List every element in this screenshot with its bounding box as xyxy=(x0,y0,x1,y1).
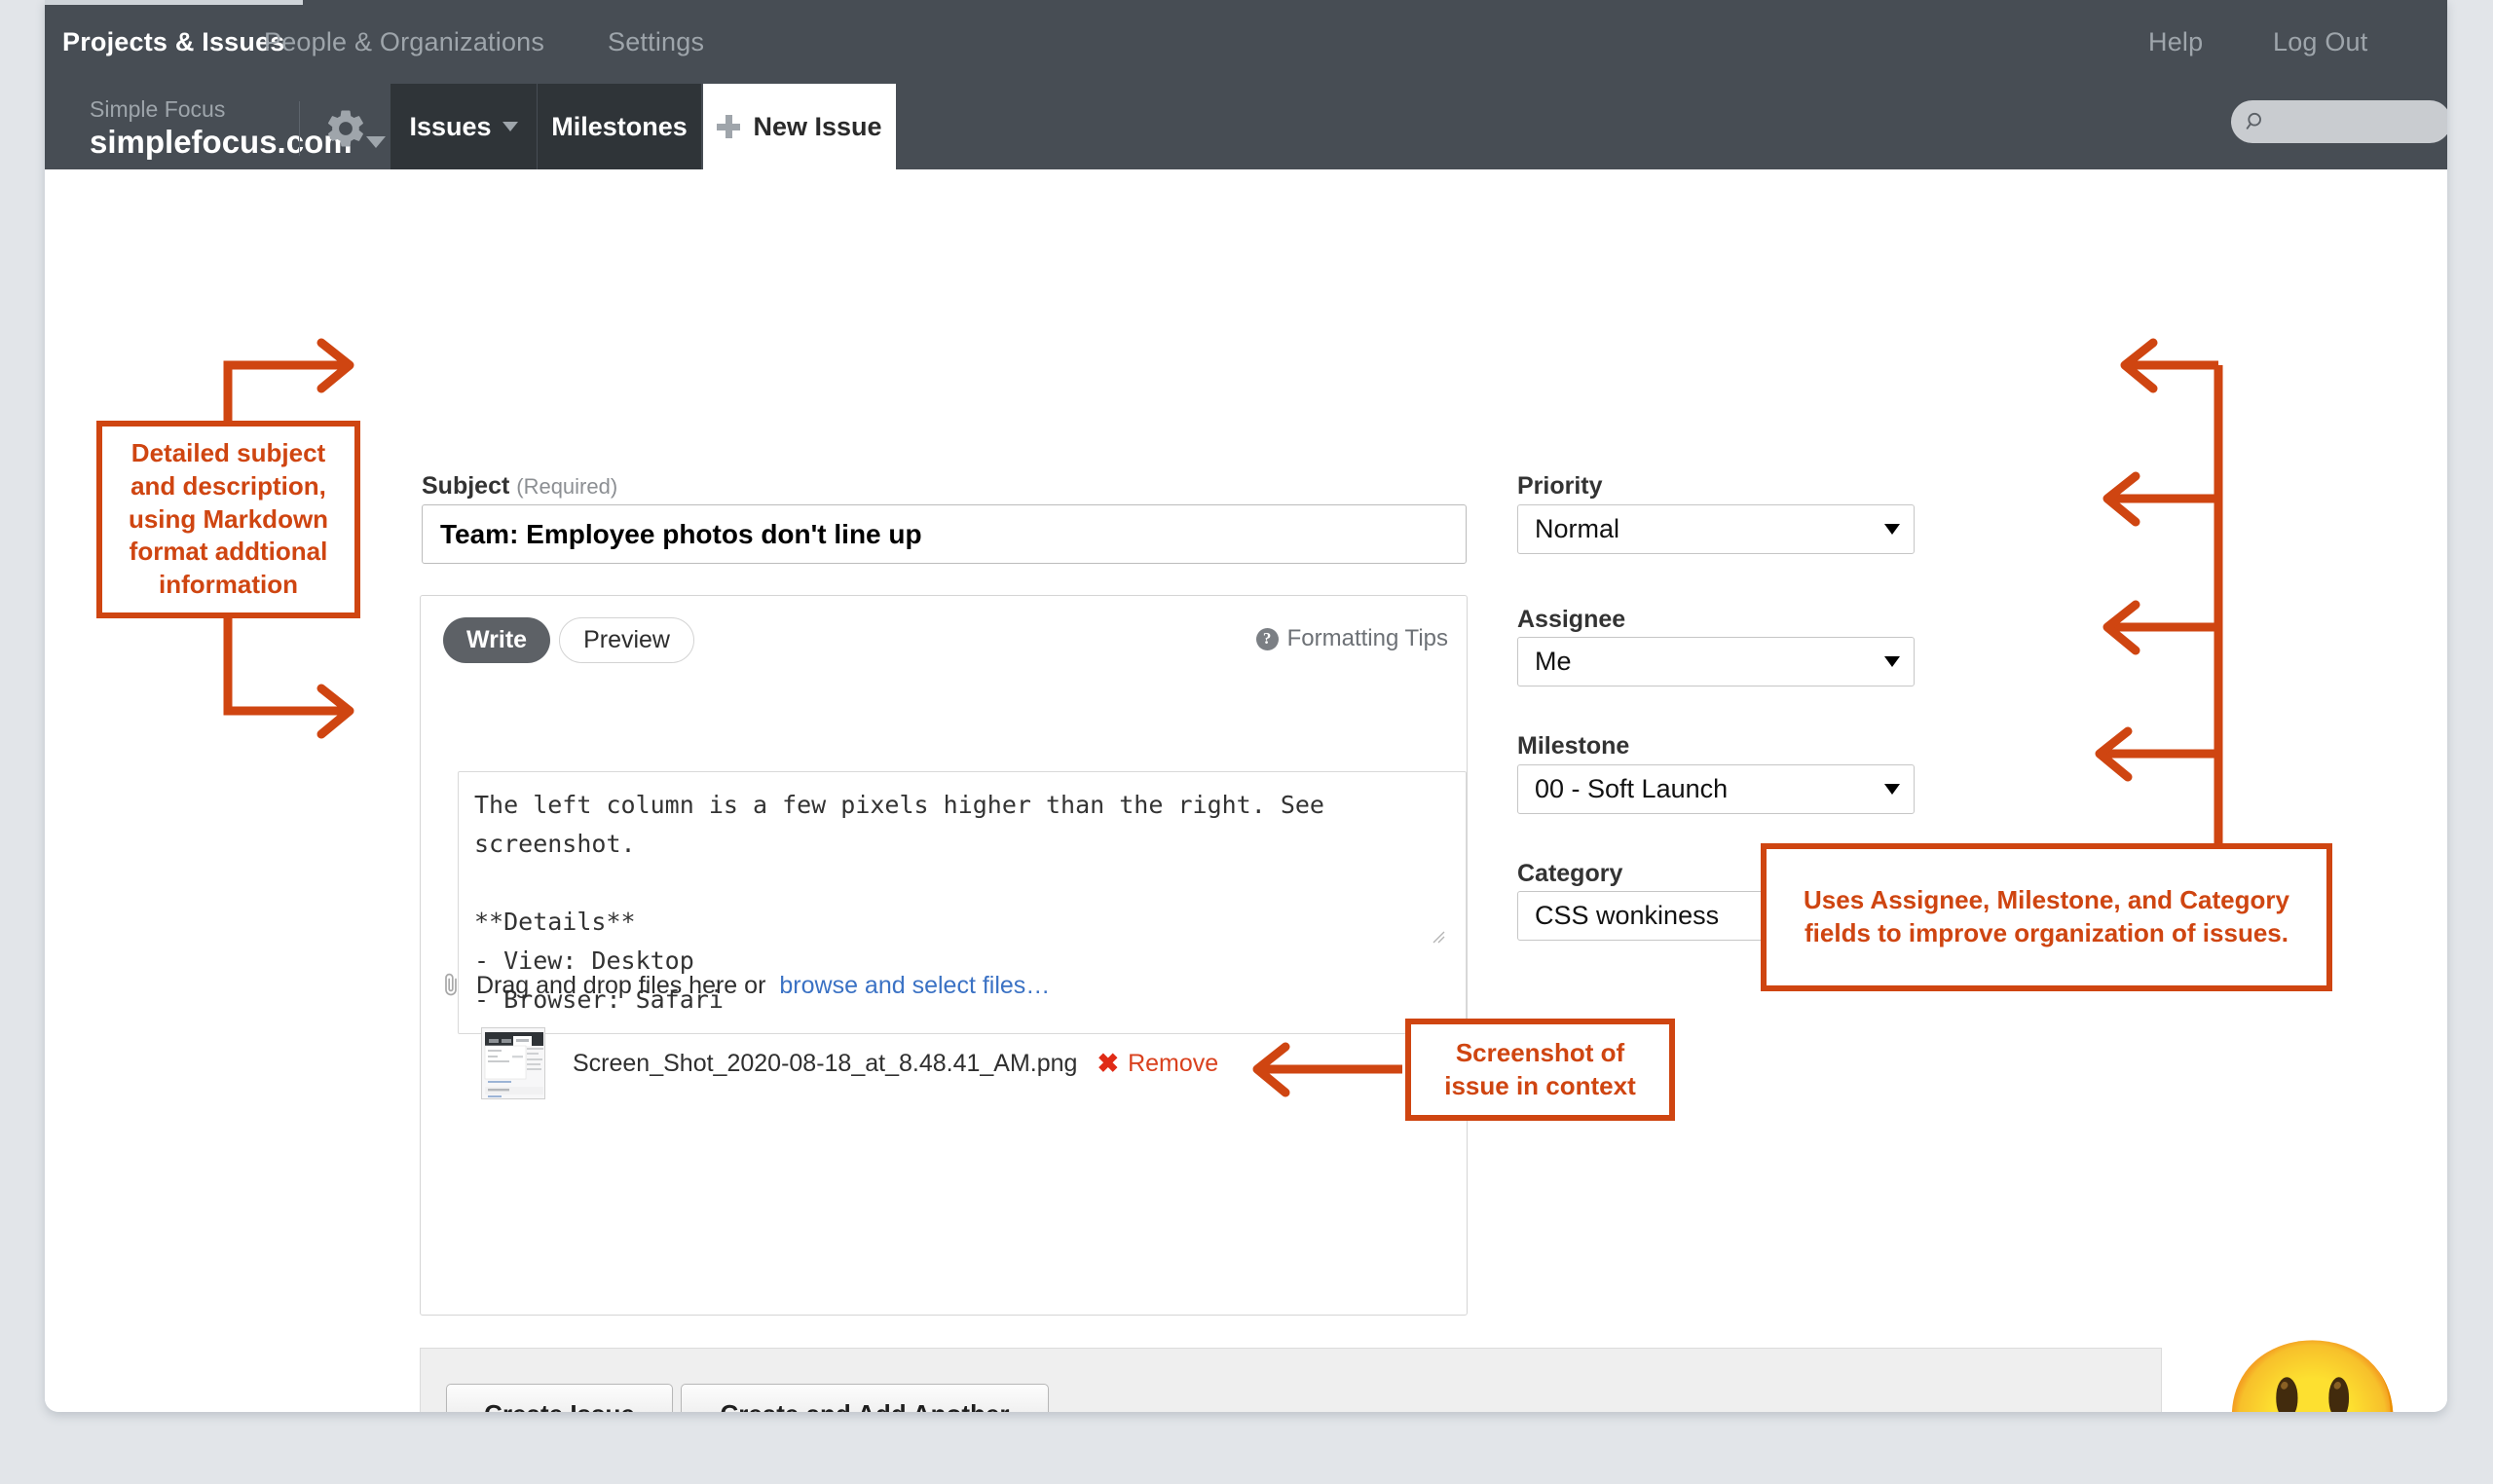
subject-input[interactable]: Team: Employee photos don't line up xyxy=(422,504,1467,564)
tab-preview[interactable]: Preview xyxy=(559,617,694,663)
chevron-down-icon xyxy=(1884,656,1900,667)
chevron-down-icon xyxy=(502,122,518,131)
project-name: simplefocus.com xyxy=(90,123,353,160)
priority-label: Priority xyxy=(1517,472,1603,500)
attachment-list-item: Screen_Shot_2020-08-18_at_8.48.41_AM.png… xyxy=(481,1027,1218,1099)
annotation-callout-fields: Uses Assignee, Milestone, and Category f… xyxy=(1761,843,2332,991)
create-and-add-another-label: Create and Add Another xyxy=(720,1399,1009,1413)
assignee-select[interactable]: Me xyxy=(1517,637,1915,686)
nav-tab-milestones[interactable]: Milestones xyxy=(538,84,701,169)
topbar-tab-people-organizations[interactable]: People & Organizations xyxy=(246,0,562,84)
assignee-value: Me xyxy=(1535,647,1572,676)
create-and-add-another-button[interactable]: Create and Add Another xyxy=(681,1384,1049,1412)
browse-files-link[interactable]: browse and select files… xyxy=(779,972,1050,1000)
nav-tab-label: New Issue xyxy=(753,111,882,141)
category-label: Category xyxy=(1517,860,1623,887)
attachment-dropzone[interactable]: Drag and drop files here or browse and s… xyxy=(439,971,1050,1000)
topbar-tab-settings[interactable]: Settings xyxy=(590,0,722,84)
page-card: Projects & Issues People & Organizations… xyxy=(45,0,2447,1412)
chevron-down-icon xyxy=(1884,784,1900,795)
gear-icon xyxy=(328,110,363,147)
topbar-tab-label: Settings xyxy=(608,26,705,56)
plus-icon xyxy=(717,115,741,138)
nav-tab-new-issue[interactable]: New Issue xyxy=(703,84,896,169)
annotation-callout-subject-description: Detailed subject and description, using … xyxy=(96,421,360,618)
category-value: CSS wonkiness xyxy=(1535,901,1720,930)
project-settings-button[interactable] xyxy=(320,103,371,154)
topbar-help-label: Help xyxy=(2148,26,2204,56)
subject-required-note: (Required) xyxy=(516,474,618,499)
attachment-thumbnail[interactable] xyxy=(481,1027,545,1099)
screenshot-root: Projects & Issues People & Organizations… xyxy=(0,0,2493,1484)
topbar-logout-label: Log Out xyxy=(2273,26,2368,56)
new-issue-form: Subject (Required) Team: Employee photos… xyxy=(45,169,2447,1412)
subject-value: Team: Employee photos don't line up xyxy=(440,518,922,549)
global-topbar: Projects & Issues People & Organizations… xyxy=(45,0,2447,84)
nav-tab-label: Issues xyxy=(409,111,492,141)
priority-value: Normal xyxy=(1535,514,1620,543)
tab-write[interactable]: Write xyxy=(443,617,551,663)
annotation-callout-text: Screenshot of issue in context xyxy=(1444,1037,1636,1100)
subject-label: Subject (Required) xyxy=(422,472,617,501)
tab-preview-label: Preview xyxy=(583,626,670,653)
priority-select[interactable]: Normal xyxy=(1517,504,1915,554)
milestone-select[interactable]: 00 - Soft Launch xyxy=(1517,764,1915,814)
assignee-label: Assignee xyxy=(1517,606,1626,633)
annotation-callout-screenshot: Screenshot of issue in context xyxy=(1405,1019,1675,1121)
attachment-filename: Screen_Shot_2020-08-18_at_8.48.41_AM.png xyxy=(573,1049,1078,1077)
resize-handle-icon[interactable] xyxy=(1430,928,1445,944)
form-actions-panel: Create Issue Create and Add Another You … xyxy=(420,1348,2162,1412)
topbar-tab-label: People & Organizations xyxy=(264,26,545,56)
topbar-logout-link[interactable]: Log Out xyxy=(2255,0,2385,84)
paperclip-icon xyxy=(445,973,457,996)
tab-write-label: Write xyxy=(466,626,528,653)
grinning-face-emoji: 😃 xyxy=(2218,1344,2407,1412)
question-mark-icon: ? xyxy=(1255,627,1279,650)
thumbnail-preview-image xyxy=(482,1028,544,1098)
milestone-value: 00 - Soft Launch xyxy=(1535,774,1729,803)
subject-label-text: Subject xyxy=(422,472,510,500)
nav-tab-label: Milestones xyxy=(551,111,688,141)
description-panel: Write Preview ? Formatting Tips The left… xyxy=(420,595,1468,1316)
search-icon xyxy=(2246,112,2261,130)
create-issue-label: Create Issue xyxy=(484,1399,635,1413)
dropzone-text: Drag and drop files here or xyxy=(476,971,766,999)
annotation-callout-text: Detailed subject and description, using … xyxy=(128,438,329,600)
annotation-callout-text: Uses Assignee, Milestone, and Category f… xyxy=(1804,885,2289,947)
attachment-remove-button[interactable]: ✖ Remove xyxy=(1097,1050,1218,1078)
header-divider xyxy=(299,101,300,156)
formatting-tips-link[interactable]: ? Formatting Tips xyxy=(1255,625,1448,652)
editor-mode-tabs: Write Preview xyxy=(443,617,694,663)
x-icon: ✖ xyxy=(1097,1048,1120,1078)
formatting-tips-label: Formatting Tips xyxy=(1286,625,1448,651)
search-input[interactable] xyxy=(2231,100,2447,143)
attachment-remove-label: Remove xyxy=(1128,1049,1219,1077)
chevron-down-icon xyxy=(1884,524,1900,535)
description-textarea-wrap: The left column is a few pixels higher t… xyxy=(439,684,1467,1034)
nav-tab-issues[interactable]: Issues xyxy=(391,84,537,169)
topbar-help-link[interactable]: Help xyxy=(2131,0,2220,84)
search-text-field[interactable] xyxy=(2267,107,2433,136)
project-header-bar: Simple Focus simplefocus.com Issues Mile… xyxy=(45,84,2447,169)
milestone-label: Milestone xyxy=(1517,732,1630,760)
create-issue-button[interactable]: Create Issue xyxy=(446,1384,673,1412)
